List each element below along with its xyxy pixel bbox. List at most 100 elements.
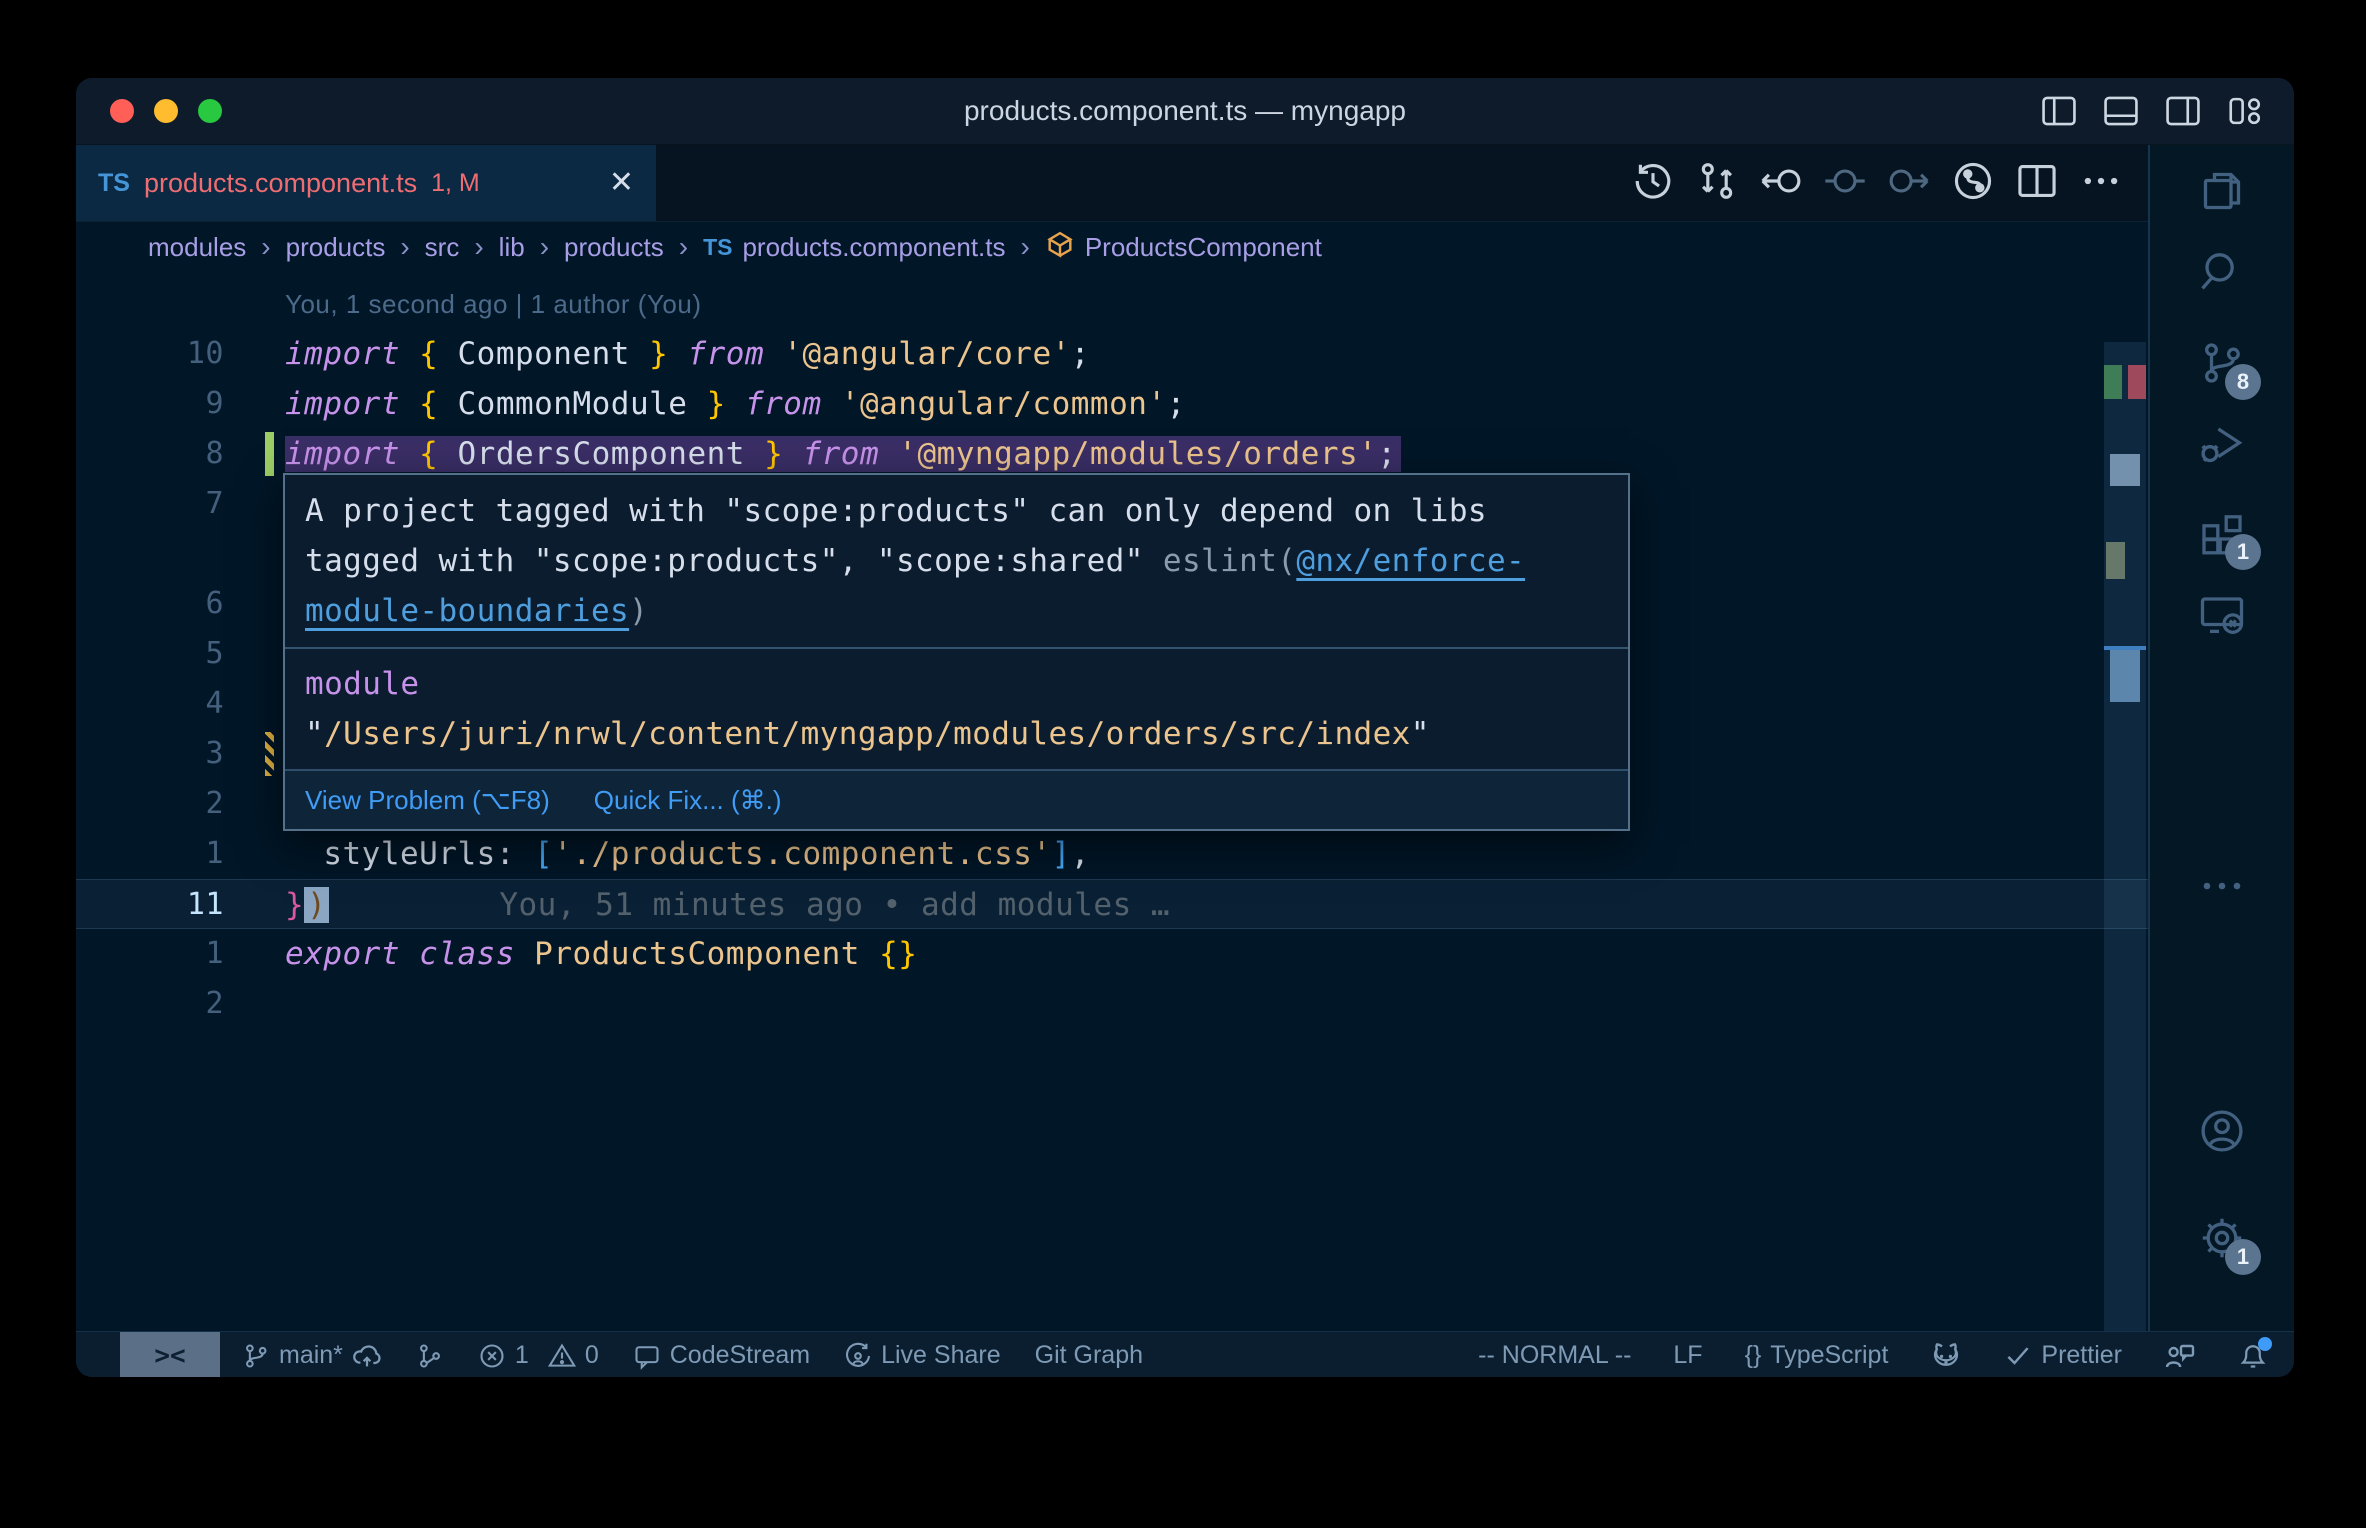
toggle-panel-icon[interactable] — [2102, 92, 2140, 130]
codestream-item[interactable]: CodeStream — [633, 1341, 810, 1370]
message-text: eslint( — [1162, 543, 1297, 579]
editor[interactable]: You, 1 second ago | 1 author (You) 10 impo… — [76, 272, 2148, 1332]
code-token: '@angular/common' — [840, 386, 1167, 422]
overview-error-mark — [2128, 365, 2146, 399]
timeline-history-icon[interactable] — [1632, 160, 1674, 207]
code-token: from — [687, 336, 765, 372]
search-icon[interactable] — [2193, 242, 2251, 300]
line-number[interactable]: 4 — [76, 679, 224, 729]
module-path: /Users/juri/nrwl/content/myngapp/modules… — [324, 716, 1411, 752]
feedback-icon[interactable] — [2164, 1340, 2196, 1372]
code-text: export class ProductsComponent {} — [285, 929, 917, 979]
more-actions-icon[interactable] — [2080, 160, 2122, 207]
notifications-bell-icon[interactable] — [2238, 1336, 2272, 1371]
more-views-icon[interactable] — [2193, 857, 2251, 915]
tab-products-component[interactable]: TS products.component.ts 1, M ✕ — [76, 145, 656, 221]
breadcrumb-item[interactable]: products — [286, 232, 386, 263]
notification-dot — [2258, 1336, 2272, 1351]
eslint-rule-link[interactable]: module-boundaries — [305, 593, 629, 629]
git-graph-item[interactable]: Git Graph — [1035, 1341, 1143, 1370]
previous-change-icon[interactable] — [1760, 160, 1802, 207]
toggle-secondary-sidebar-icon[interactable] — [2164, 92, 2202, 130]
line-number[interactable]: 3 — [76, 729, 224, 779]
code-line[interactable]: 2 — [76, 979, 2148, 1029]
message-text: A project tagged with "scope:products" c… — [305, 493, 1487, 529]
breadcrumb-item[interactable]: src — [425, 232, 460, 263]
remote-indicator[interactable]: >< — [120, 1332, 220, 1377]
next-change-icon[interactable] — [1888, 160, 1930, 207]
code-text: import { OrdersComponent } from '@myngap… — [285, 429, 1401, 479]
code-token: } — [285, 887, 305, 923]
explorer-icon[interactable] — [2193, 162, 2251, 220]
line-number[interactable]: 6 — [76, 579, 224, 629]
account-icon[interactable] — [2193, 1102, 2251, 1160]
line-number[interactable]: 11 — [76, 880, 224, 930]
braces-icon: {} — [1744, 1341, 1762, 1369]
code-line[interactable]: 8 import { OrdersComponent } from '@mynga… — [76, 429, 2148, 479]
window-title: products.component.ts — myngapp — [963, 95, 1406, 126]
chevron-right-icon: › — [400, 231, 410, 262]
vim-mode-indicator[interactable]: -- NORMAL -- — [1478, 1341, 1631, 1370]
line-number[interactable]: 9 — [76, 379, 224, 429]
extensions-icon[interactable]: 1 — [2193, 504, 2261, 570]
code-token: [ — [534, 836, 554, 872]
selected-error-text: import { OrdersComponent } from '@myngap… — [285, 436, 1401, 472]
line-number[interactable]: 5 — [76, 629, 224, 679]
current-change-icon[interactable] — [1824, 160, 1866, 207]
line-number[interactable]: 8 — [76, 429, 224, 479]
compare-changes-icon[interactable] — [1696, 160, 1738, 207]
prettier-item[interactable]: Prettier — [2004, 1341, 2122, 1370]
settings-badge: 1 — [2225, 1239, 2261, 1275]
breadcrumb-item[interactable]: products — [564, 232, 664, 263]
symbol-class-icon — [1045, 229, 1075, 266]
line-number[interactable]: 1 — [76, 929, 224, 979]
code-line[interactable]: 9 import { CommonModule } from '@angular/… — [76, 379, 2148, 429]
customize-layout-icon[interactable] — [2226, 92, 2264, 130]
close-tab-icon[interactable]: ✕ — [609, 168, 634, 198]
breadcrumb-symbol[interactable]: ProductsComponent — [1045, 229, 1322, 266]
breadcrumb-item[interactable]: lib — [499, 232, 525, 263]
run-debug-icon[interactable] — [2193, 415, 2251, 473]
code-line[interactable]: 11 }) You, 51 minutes ago • add modules … — [76, 879, 2148, 929]
block-cursor: ) — [304, 887, 330, 923]
view-problem-action[interactable]: View Problem (⌥F8) — [305, 785, 550, 816]
code-token: ; — [1377, 436, 1397, 472]
chevron-right-icon: › — [474, 231, 484, 262]
split-editor-icon[interactable] — [2016, 160, 2058, 207]
git-branch-item[interactable]: main* — [242, 1341, 382, 1371]
line-number[interactable]: 1 — [76, 829, 224, 879]
toggle-primary-sidebar-icon[interactable] — [2040, 92, 2078, 130]
problem-message: A project tagged with "scope:products" c… — [285, 475, 1628, 647]
line-number[interactable]: 7 — [76, 479, 224, 529]
gitlens-graph-icon[interactable] — [1952, 160, 1994, 207]
scrollbar[interactable] — [2104, 342, 2146, 1332]
eol-indicator[interactable]: LF — [1673, 1341, 1702, 1370]
code-line[interactable]: 1 styleUrls: ['./products.component.css'… — [76, 829, 2148, 879]
breadcrumb-file[interactable]: TS products.component.ts — [703, 232, 1005, 263]
live-share-item[interactable]: Live Share — [844, 1341, 1001, 1370]
codestream-icon — [633, 1342, 661, 1370]
code-line[interactable]: You, 1 second ago | 1 author (You) — [76, 279, 2148, 329]
github-octoface-icon[interactable] — [1930, 1340, 1962, 1372]
quick-fix-action[interactable]: Quick Fix... (⌘.) — [594, 785, 782, 816]
line-number[interactable]: 10 — [76, 329, 224, 379]
problems-item[interactable]: 1 0 — [478, 1341, 599, 1370]
remote-explorer-icon[interactable] — [2193, 585, 2251, 643]
language-mode-item[interactable]: {} TypeScript — [1745, 1341, 1889, 1370]
code-text: }) You, 51 minutes ago • add modules … — [285, 880, 1170, 930]
line-number[interactable]: 2 — [76, 779, 224, 829]
chevron-right-icon: › — [678, 231, 689, 262]
breadcrumb-item[interactable]: modules — [148, 232, 246, 263]
code-line[interactable]: 10 import { Component } from '@angular/co… — [76, 329, 2148, 379]
problem-hover-tooltip: A project tagged with "scope:products" c… — [283, 473, 1630, 831]
code-token: Component — [438, 336, 650, 372]
eslint-rule-link[interactable]: @nx/enforce- — [1296, 543, 1525, 579]
code-line[interactable]: 1 export class ProductsComponent {} — [76, 929, 2148, 979]
sync-status-item[interactable] — [416, 1342, 444, 1370]
source-control-icon[interactable]: 8 — [2193, 334, 2261, 400]
settings-gear-icon[interactable]: 1 — [2193, 1209, 2261, 1275]
overview-added-mark — [2104, 365, 2122, 399]
line-number[interactable]: 2 — [76, 979, 224, 1029]
